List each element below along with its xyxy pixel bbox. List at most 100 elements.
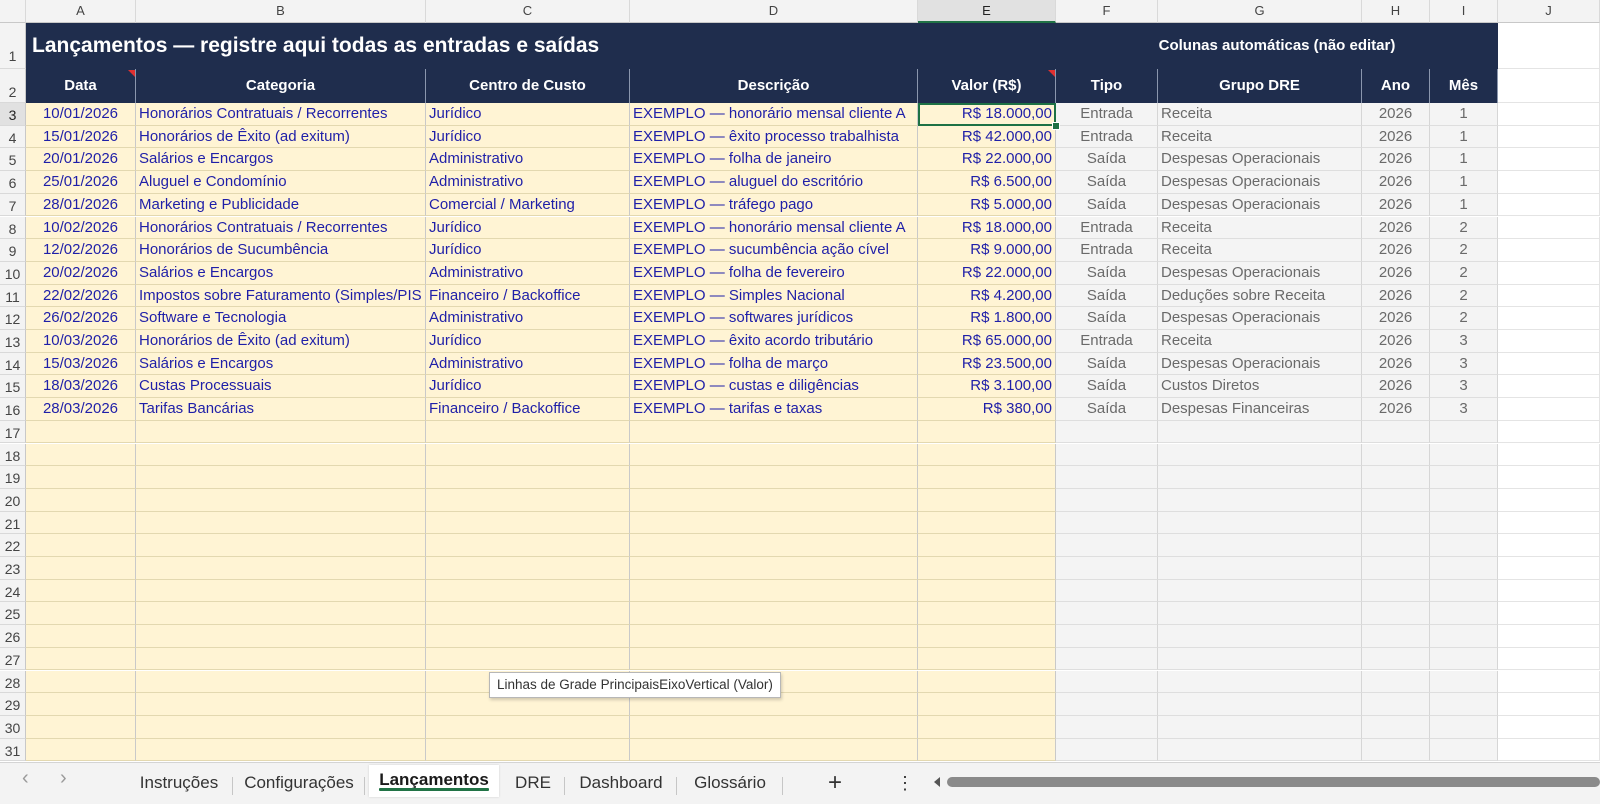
table-cell[interactable] [1430,466,1498,489]
table-cell[interactable] [1430,579,1498,603]
table-cell[interactable]: R$ 23.500,00 [918,352,1056,376]
table-cell[interactable] [1362,443,1430,467]
table-cell[interactable] [26,511,136,535]
row-header-29[interactable]: 29 [0,693,26,716]
table-cell[interactable] [426,557,630,580]
table-cell[interactable] [1430,420,1498,444]
table-cell[interactable]: 2 [1430,216,1498,240]
table-cell[interactable]: 10/02/2026 [26,216,136,240]
comment-indicator-icon[interactable] [1048,70,1055,77]
table-cell[interactable] [1362,488,1430,512]
header-cell[interactable]: Mês [1430,69,1498,103]
table-cell[interactable] [136,443,426,467]
table-cell[interactable]: 2026 [1362,375,1430,399]
table-cell[interactable] [1430,443,1498,467]
table-cell[interactable] [1056,466,1158,489]
table-cell[interactable]: Aluguel e Condomínio [136,171,426,194]
table-cell[interactable]: Custos Diretos [1158,375,1362,399]
table-cell[interactable]: EXEMPLO — tráfego pago [630,193,918,217]
row-header-27[interactable]: 27 [0,647,26,671]
column-header-d[interactable]: D [630,0,918,23]
table-cell[interactable]: 20/01/2026 [26,148,136,172]
table-cell[interactable]: Entrada [1056,239,1158,262]
table-cell[interactable]: Despesas Operacionais [1158,352,1362,376]
header-cell[interactable]: Centro de Custo [426,69,630,103]
table-cell[interactable]: Entrada [1056,125,1158,149]
table-cell[interactable] [426,738,630,762]
table-cell[interactable]: 2026 [1362,125,1430,149]
table-cell[interactable]: 3 [1430,330,1498,353]
table-cell[interactable] [1362,670,1430,694]
table-cell[interactable] [1158,693,1362,716]
table-cell[interactable] [136,579,426,603]
table-cell[interactable] [918,466,1056,489]
table-cell[interactable]: 2026 [1362,239,1430,262]
table-cell[interactable]: R$ 380,00 [918,398,1056,421]
table-cell[interactable]: EXEMPLO — folha de janeiro [630,148,918,172]
row-header-14[interactable]: 14 [0,352,26,376]
row-header-2[interactable]: 2 [0,69,26,103]
comment-indicator-icon[interactable] [128,70,135,77]
table-cell[interactable] [26,579,136,603]
table-cell[interactable]: R$ 22.000,00 [918,261,1056,285]
table-cell[interactable]: 2026 [1362,307,1430,330]
scrollbar-thumb[interactable] [947,777,1600,787]
table-cell[interactable]: EXEMPLO — honorário mensal cliente A [630,216,918,240]
table-cell[interactable]: Marketing e Publicidade [136,193,426,217]
table-cell[interactable] [1362,738,1430,762]
column-header-b[interactable]: B [136,0,426,23]
table-cell[interactable] [426,420,630,444]
table-cell[interactable] [26,488,136,512]
row-header-17[interactable]: 17 [0,420,26,444]
table-cell[interactable] [1158,579,1362,603]
table-cell[interactable] [630,715,918,739]
table-cell[interactable] [426,511,630,535]
table-cell-empty[interactable] [1498,261,1600,285]
table-cell[interactable]: 2026 [1362,171,1430,194]
table-cell[interactable] [26,625,136,648]
table-cell[interactable] [26,602,136,626]
table-cell[interactable]: 28/01/2026 [26,193,136,217]
table-cell[interactable]: Impostos sobre Faturamento (Simples/PIS [136,284,426,308]
table-cell[interactable] [630,602,918,626]
table-cell[interactable] [1362,715,1430,739]
table-cell[interactable]: 20/02/2026 [26,261,136,285]
table-cell[interactable]: Software e Tecnologia [136,307,426,330]
row-header-9[interactable]: 9 [0,239,26,262]
horizontal-scrollbar[interactable] [931,775,1600,789]
add-sheet-button[interactable]: + [820,769,850,797]
table-cell[interactable] [918,579,1056,603]
table-cell[interactable] [918,420,1056,444]
table-cell[interactable]: 15/03/2026 [26,352,136,376]
row-header-15[interactable]: 15 [0,375,26,399]
table-cell[interactable]: Despesas Financeiras [1158,398,1362,421]
table-cell-empty[interactable] [1498,738,1600,762]
row-header-31[interactable]: 31 [0,738,26,762]
table-cell[interactable]: EXEMPLO — Simples Nacional [630,284,918,308]
table-cell[interactable]: Saída [1056,398,1158,421]
table-cell[interactable] [26,466,136,489]
row-header-10[interactable]: 10 [0,261,26,285]
table-cell[interactable]: 3 [1430,352,1498,376]
row-header-28[interactable]: 28 [0,670,26,694]
table-cell[interactable] [1056,602,1158,626]
table-cell[interactable]: 25/01/2026 [26,171,136,194]
column-header-j[interactable]: J [1498,0,1600,23]
table-cell[interactable] [1362,534,1430,557]
table-cell[interactable] [1158,488,1362,512]
table-cell[interactable]: EXEMPLO — êxito processo trabalhista [630,125,918,149]
table-cell-empty[interactable] [1498,602,1600,626]
table-cell[interactable] [1362,625,1430,648]
table-cell-empty[interactable] [1498,693,1600,716]
column-header-g[interactable]: G [1158,0,1362,23]
table-cell[interactable]: R$ 1.800,00 [918,307,1056,330]
table-cell[interactable]: Entrada [1056,103,1158,126]
table-cell[interactable] [1056,715,1158,739]
column-header-e[interactable]: E [918,0,1056,23]
table-cell[interactable]: Receita [1158,125,1362,149]
table-cell[interactable] [136,488,426,512]
table-cell[interactable] [1056,693,1158,716]
table-cell[interactable] [1362,602,1430,626]
table-cell[interactable] [426,647,630,671]
table-cell[interactable] [426,534,630,557]
